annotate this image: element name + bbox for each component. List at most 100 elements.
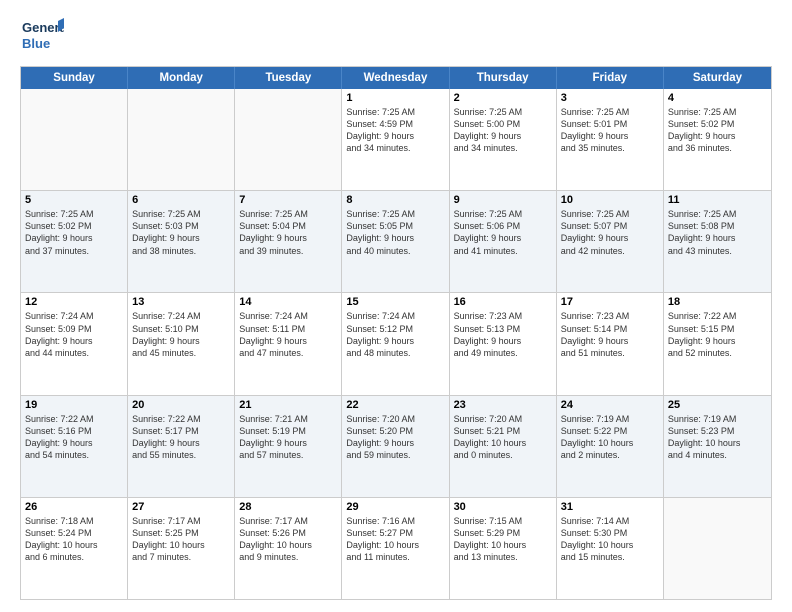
- day-cell-16: 16 Sunrise: 7:23 AM Sunset: 5:13 PM Dayli…: [450, 293, 557, 394]
- week-row-3: 12 Sunrise: 7:24 AM Sunset: 5:09 PM Dayli…: [21, 292, 771, 394]
- logo-svg: General Blue: [20, 16, 64, 56]
- header-day-tuesday: Tuesday: [235, 67, 342, 89]
- day-info: Sunrise: 7:18 AM Sunset: 5:24 PM Dayligh…: [25, 515, 123, 564]
- day-cell-11: 11 Sunrise: 7:25 AM Sunset: 5:08 PM Dayli…: [664, 191, 771, 292]
- empty-cell: [21, 89, 128, 190]
- day-number: 29: [346, 501, 444, 513]
- week-row-4: 19 Sunrise: 7:22 AM Sunset: 5:16 PM Dayli…: [21, 395, 771, 497]
- day-info: Sunrise: 7:23 AM Sunset: 5:13 PM Dayligh…: [454, 310, 552, 359]
- day-cell-23: 23Sunrise: 7:20 AM Sunset: 5:21 PM Dayli…: [450, 396, 557, 497]
- day-number: 6: [132, 194, 230, 206]
- day-info: Sunrise: 7:24 AM Sunset: 5:09 PM Dayligh…: [25, 310, 123, 359]
- day-info: Sunrise: 7:25 AM Sunset: 5:06 PM Dayligh…: [454, 208, 552, 257]
- day-number: 30: [454, 501, 552, 513]
- day-info: Sunrise: 7:25 AM Sunset: 5:08 PM Dayligh…: [668, 208, 767, 257]
- day-number: 22: [346, 399, 444, 411]
- day-cell-17: 17Sunrise: 7:23 AM Sunset: 5:14 PM Dayli…: [557, 293, 664, 394]
- day-number: 23: [454, 399, 552, 411]
- day-number: 24: [561, 399, 659, 411]
- page: General Blue SundayMondayTuesdayWednesda…: [0, 0, 792, 612]
- day-number: 1: [346, 92, 444, 104]
- day-info: Sunrise: 7:22 AM Sunset: 5:17 PM Dayligh…: [132, 413, 230, 462]
- day-info: Sunrise: 7:19 AM Sunset: 5:22 PM Dayligh…: [561, 413, 659, 462]
- day-cell-31: 31 Sunrise: 7:14 AM Sunset: 5:30 PM Dayli…: [557, 498, 664, 599]
- day-cell-4: 4 Sunrise: 7:25 AM Sunset: 5:02 PM Daylig…: [664, 89, 771, 190]
- day-number: 8: [346, 194, 444, 206]
- week-row-2: 5 Sunrise: 7:25 AM Sunset: 5:02 PM Daylig…: [21, 190, 771, 292]
- day-info: Sunrise: 7:20 AM Sunset: 5:20 PM Dayligh…: [346, 413, 444, 462]
- day-number: 27: [132, 501, 230, 513]
- day-cell-10: 10 Sunrise: 7:25 AM Sunset: 5:07 PM Dayli…: [557, 191, 664, 292]
- day-info: Sunrise: 7:17 AM Sunset: 5:25 PM Dayligh…: [132, 515, 230, 564]
- header-day-wednesday: Wednesday: [342, 67, 449, 89]
- day-cell-30: 30 Sunrise: 7:15 AM Sunset: 5:29 PM Dayli…: [450, 498, 557, 599]
- day-info: Sunrise: 7:24 AM Sunset: 5:10 PM Dayligh…: [132, 310, 230, 359]
- day-info: Sunrise: 7:25 AM Sunset: 5:04 PM Dayligh…: [239, 208, 337, 257]
- header-day-friday: Friday: [557, 67, 664, 89]
- calendar-header: SundayMondayTuesdayWednesdayThursdayFrid…: [21, 67, 771, 89]
- day-info: Sunrise: 7:25 AM Sunset: 5:02 PM Dayligh…: [668, 106, 767, 155]
- day-info: Sunrise: 7:19 AM Sunset: 5:23 PM Dayligh…: [668, 413, 767, 462]
- day-number: 11: [668, 194, 767, 206]
- day-info: Sunrise: 7:17 AM Sunset: 5:26 PM Dayligh…: [239, 515, 337, 564]
- calendar: SundayMondayTuesdayWednesdayThursdayFrid…: [20, 66, 772, 600]
- header-day-thursday: Thursday: [450, 67, 557, 89]
- day-number: 28: [239, 501, 337, 513]
- day-number: 12: [25, 296, 123, 308]
- day-number: 9: [454, 194, 552, 206]
- day-cell-26: 26 Sunrise: 7:18 AM Sunset: 5:24 PM Dayli…: [21, 498, 128, 599]
- day-cell-7: 7 Sunrise: 7:25 AM Sunset: 5:04 PM Daylig…: [235, 191, 342, 292]
- day-info: Sunrise: 7:25 AM Sunset: 5:07 PM Dayligh…: [561, 208, 659, 257]
- day-info: Sunrise: 7:25 AM Sunset: 4:59 PM Dayligh…: [346, 106, 444, 155]
- day-number: 26: [25, 501, 123, 513]
- day-cell-9: 9 Sunrise: 7:25 AM Sunset: 5:06 PM Daylig…: [450, 191, 557, 292]
- day-number: 7: [239, 194, 337, 206]
- day-cell-2: 2Sunrise: 7:25 AM Sunset: 5:00 PM Daylig…: [450, 89, 557, 190]
- day-cell-8: 8 Sunrise: 7:25 AM Sunset: 5:05 PM Daylig…: [342, 191, 449, 292]
- logo: General Blue: [20, 16, 64, 56]
- day-cell-19: 19 Sunrise: 7:22 AM Sunset: 5:16 PM Dayli…: [21, 396, 128, 497]
- day-cell-29: 29 Sunrise: 7:16 AM Sunset: 5:27 PM Dayli…: [342, 498, 449, 599]
- svg-text:General: General: [22, 20, 64, 35]
- day-cell-24: 24 Sunrise: 7:19 AM Sunset: 5:22 PM Dayli…: [557, 396, 664, 497]
- empty-cell: [235, 89, 342, 190]
- day-info: Sunrise: 7:22 AM Sunset: 5:16 PM Dayligh…: [25, 413, 123, 462]
- day-number: 3: [561, 92, 659, 104]
- day-number: 31: [561, 501, 659, 513]
- day-number: 5: [25, 194, 123, 206]
- day-number: 17: [561, 296, 659, 308]
- day-info: Sunrise: 7:24 AM Sunset: 5:12 PM Dayligh…: [346, 310, 444, 359]
- day-number: 4: [668, 92, 767, 104]
- day-cell-25: 25Sunrise: 7:19 AM Sunset: 5:23 PM Dayli…: [664, 396, 771, 497]
- week-row-5: 26 Sunrise: 7:18 AM Sunset: 5:24 PM Dayli…: [21, 497, 771, 599]
- day-number: 21: [239, 399, 337, 411]
- day-cell-28: 28 Sunrise: 7:17 AM Sunset: 5:26 PM Dayli…: [235, 498, 342, 599]
- empty-cell: [664, 498, 771, 599]
- day-number: 10: [561, 194, 659, 206]
- day-info: Sunrise: 7:24 AM Sunset: 5:11 PM Dayligh…: [239, 310, 337, 359]
- day-cell-18: 18Sunrise: 7:22 AM Sunset: 5:15 PM Dayli…: [664, 293, 771, 394]
- header-day-saturday: Saturday: [664, 67, 771, 89]
- day-info: Sunrise: 7:22 AM Sunset: 5:15 PM Dayligh…: [668, 310, 767, 359]
- day-cell-27: 27 Sunrise: 7:17 AM Sunset: 5:25 PM Dayli…: [128, 498, 235, 599]
- day-cell-22: 22 Sunrise: 7:20 AM Sunset: 5:20 PM Dayli…: [342, 396, 449, 497]
- day-info: Sunrise: 7:25 AM Sunset: 5:02 PM Dayligh…: [25, 208, 123, 257]
- day-number: 19: [25, 399, 123, 411]
- day-info: Sunrise: 7:25 AM Sunset: 5:03 PM Dayligh…: [132, 208, 230, 257]
- day-cell-6: 6 Sunrise: 7:25 AM Sunset: 5:03 PM Daylig…: [128, 191, 235, 292]
- day-info: Sunrise: 7:15 AM Sunset: 5:29 PM Dayligh…: [454, 515, 552, 564]
- day-info: Sunrise: 7:16 AM Sunset: 5:27 PM Dayligh…: [346, 515, 444, 564]
- svg-text:Blue: Blue: [22, 36, 50, 51]
- day-info: Sunrise: 7:25 AM Sunset: 5:05 PM Dayligh…: [346, 208, 444, 257]
- day-cell-15: 15Sunrise: 7:24 AM Sunset: 5:12 PM Dayli…: [342, 293, 449, 394]
- header: General Blue: [20, 16, 772, 56]
- header-day-sunday: Sunday: [21, 67, 128, 89]
- day-cell-3: 3Sunrise: 7:25 AM Sunset: 5:01 PM Daylig…: [557, 89, 664, 190]
- day-info: Sunrise: 7:14 AM Sunset: 5:30 PM Dayligh…: [561, 515, 659, 564]
- day-info: Sunrise: 7:21 AM Sunset: 5:19 PM Dayligh…: [239, 413, 337, 462]
- day-number: 16: [454, 296, 552, 308]
- day-cell-21: 21 Sunrise: 7:21 AM Sunset: 5:19 PM Dayli…: [235, 396, 342, 497]
- day-number: 20: [132, 399, 230, 411]
- day-number: 14: [239, 296, 337, 308]
- week-row-1: 1 Sunrise: 7:25 AM Sunset: 4:59 PM Daylig…: [21, 89, 771, 190]
